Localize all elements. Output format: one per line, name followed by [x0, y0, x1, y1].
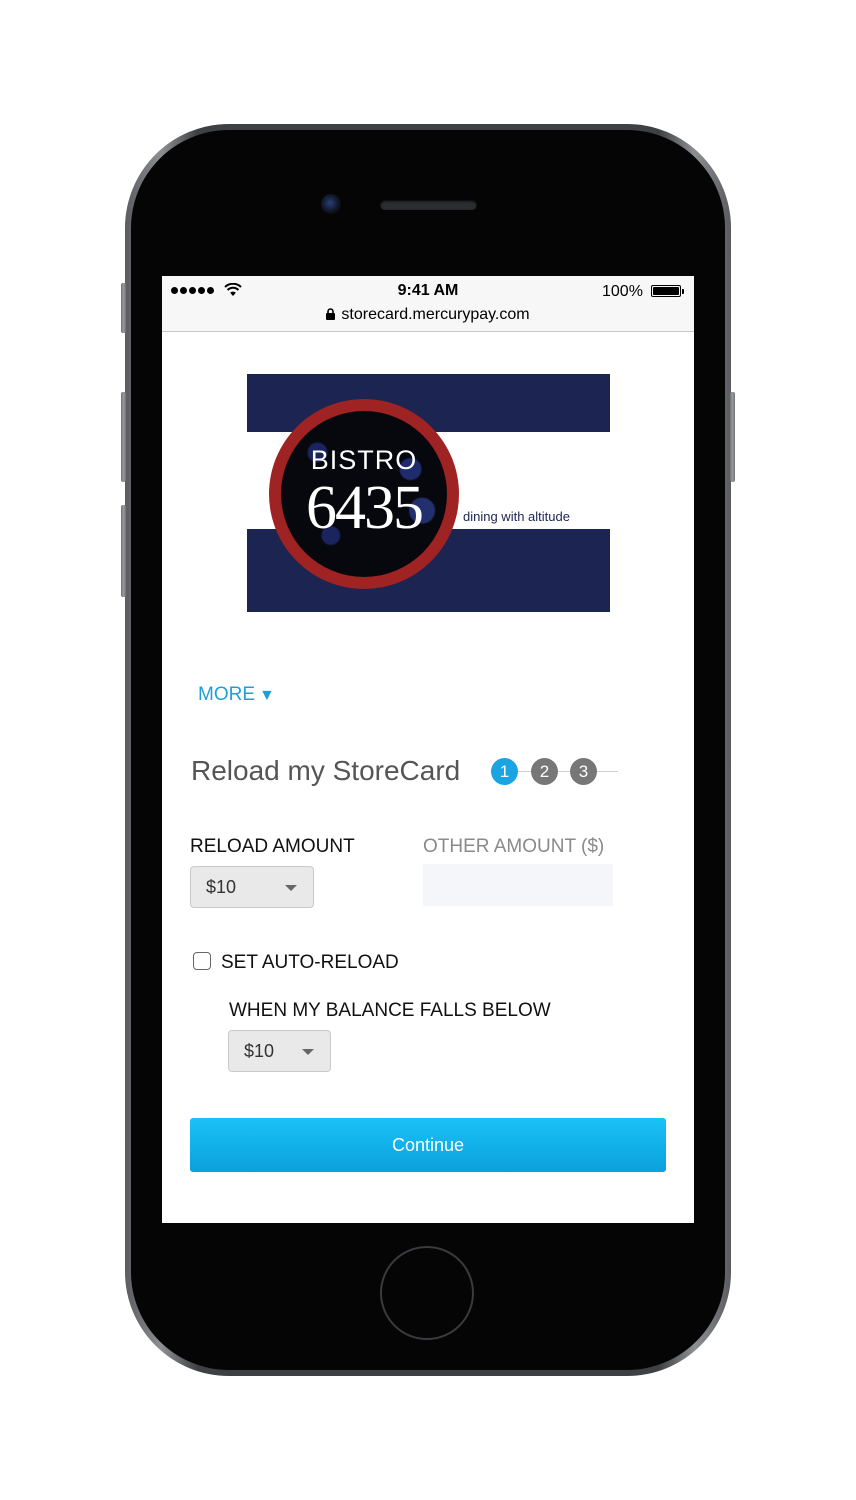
address-bar[interactable]: storecard.mercurypay.com: [162, 306, 694, 324]
logo-seal: BISTRO 6435: [269, 399, 459, 589]
mute-switch: [121, 283, 126, 333]
battery-percentage: 100%: [602, 283, 643, 300]
dropdown-arrow-icon: [285, 885, 297, 891]
dropdown-arrow-icon: [302, 1049, 314, 1055]
caret-down-icon: ▼: [259, 687, 275, 704]
url-text: storecard.mercurypay.com: [341, 306, 530, 323]
balance-below-value: $10: [244, 1041, 275, 1061]
volume-down-button: [121, 505, 126, 597]
lock-icon: [326, 308, 336, 320]
step-3: 3: [570, 758, 597, 785]
logo-tagline: dining with altitude: [463, 509, 570, 524]
balance-below-label: WHEN MY BALANCE FALLS BELOW: [229, 1000, 551, 1021]
step-2: 2: [531, 758, 558, 785]
reload-amount-select[interactable]: $10: [190, 866, 314, 908]
more-label: MORE: [198, 684, 255, 705]
storecard-logo: BISTRO 6435 dining with altitude: [247, 374, 610, 612]
continue-button[interactable]: Continue: [190, 1118, 666, 1172]
more-link[interactable]: MORE ▼: [198, 684, 275, 706]
speaker-grille: [380, 200, 477, 210]
power-button: [730, 392, 735, 482]
other-amount-input[interactable]: [423, 864, 613, 906]
status-bar: 9:41 AM 100% storecard.mercurypay.com: [162, 276, 694, 332]
other-amount-label: OTHER AMOUNT ($): [423, 836, 605, 857]
section-title: Reload my StoreCard: [191, 755, 461, 786]
reload-amount-label: RELOAD AMOUNT: [190, 836, 355, 857]
home-button[interactable]: [380, 1246, 474, 1340]
balance-below-select[interactable]: $10: [228, 1030, 331, 1072]
reload-amount-value: $10: [206, 877, 237, 897]
device-mockup: 9:41 AM 100% storecard.mercurypay.com BI…: [0, 0, 856, 1500]
logo-number: 6435: [306, 474, 424, 542]
logo-word: BISTRO: [310, 445, 418, 475]
step-1: 1: [491, 758, 518, 785]
auto-reload-label: SET AUTO-RELOAD: [221, 952, 399, 973]
logo-seal-inner: BISTRO 6435: [281, 411, 447, 577]
camera-icon: [321, 194, 341, 214]
battery-icon: [651, 285, 684, 297]
screen: 9:41 AM 100% storecard.mercurypay.com BI…: [162, 276, 694, 1223]
volume-up-button: [121, 392, 126, 482]
auto-reload-checkbox[interactable]: [193, 952, 211, 970]
step-indicator: 1 2 3: [490, 758, 618, 786]
